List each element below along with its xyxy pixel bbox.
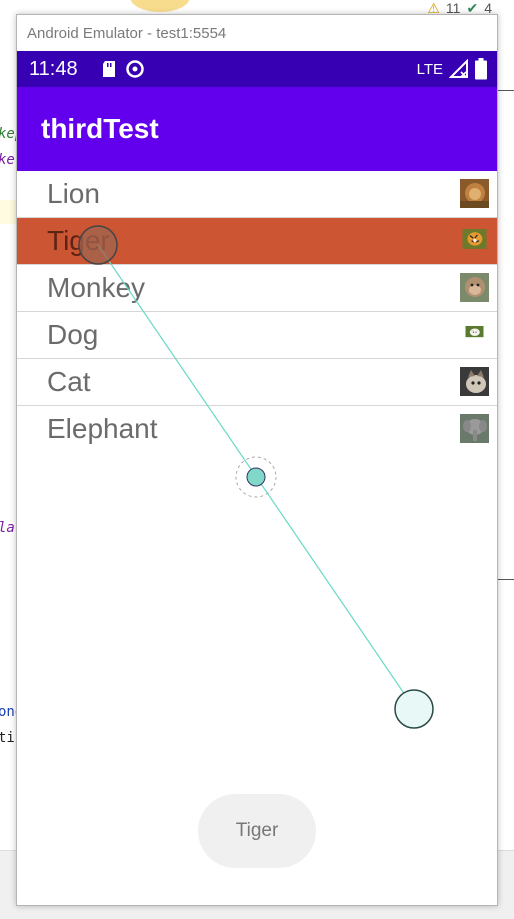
elephant-thumbnail-icon bbox=[460, 414, 489, 443]
list-item-label: Tiger bbox=[47, 225, 110, 256]
cat-thumbnail-icon bbox=[460, 367, 489, 396]
ide-side-panel bbox=[497, 90, 514, 580]
list-item[interactable]: Dog bbox=[17, 312, 497, 359]
code-fragment: ke bbox=[0, 152, 15, 168]
emulator-titlebar[interactable]: Android Emulator - test1:5554 bbox=[17, 15, 497, 52]
animal-list[interactable]: Lion Tiger Monkey Dog Cat Elephant bbox=[17, 171, 497, 452]
sd-card-icon bbox=[101, 60, 117, 78]
network-type: LTE bbox=[416, 60, 443, 78]
list-item[interactable]: Lion bbox=[17, 171, 497, 218]
app-title: thirdTest bbox=[41, 113, 159, 144]
status-bar: 11:48 LTE bbox=[17, 51, 497, 87]
data-saver-icon bbox=[125, 59, 145, 79]
tiger-thumbnail-icon bbox=[462, 229, 487, 249]
emulator-title: Android Emulator - test1:5554 bbox=[27, 24, 227, 42]
toast-text: Tiger bbox=[235, 820, 279, 841]
list-item[interactable]: Monkey bbox=[17, 265, 497, 312]
list-item[interactable]: Elephant bbox=[17, 406, 497, 452]
status-time: 11:48 bbox=[29, 57, 78, 80]
list-item-selected[interactable]: Tiger bbox=[17, 218, 497, 265]
list-item-label: Monkey bbox=[47, 272, 146, 303]
list-item[interactable]: Cat bbox=[17, 359, 497, 406]
monkey-thumbnail-icon bbox=[460, 273, 489, 302]
app-bar: thirdTest bbox=[17, 87, 497, 171]
battery-icon bbox=[475, 58, 487, 80]
list-item-label: Dog bbox=[47, 319, 99, 350]
signal-icon bbox=[449, 59, 469, 79]
emulator-window: Android Emulator - test1:5554 11:48 LTE … bbox=[16, 14, 498, 906]
dog-thumbnail-icon bbox=[465, 326, 484, 338]
list-item-label: Cat bbox=[47, 366, 91, 397]
ide-line-highlight bbox=[0, 200, 17, 224]
toast-message: Tiger bbox=[198, 794, 316, 868]
code-fragment: la bbox=[0, 520, 15, 536]
code-fragment: ti bbox=[0, 730, 15, 746]
list-item-label: Elephant bbox=[47, 413, 158, 444]
lion-thumbnail-icon bbox=[460, 179, 489, 208]
list-item-label: Lion bbox=[47, 178, 100, 209]
